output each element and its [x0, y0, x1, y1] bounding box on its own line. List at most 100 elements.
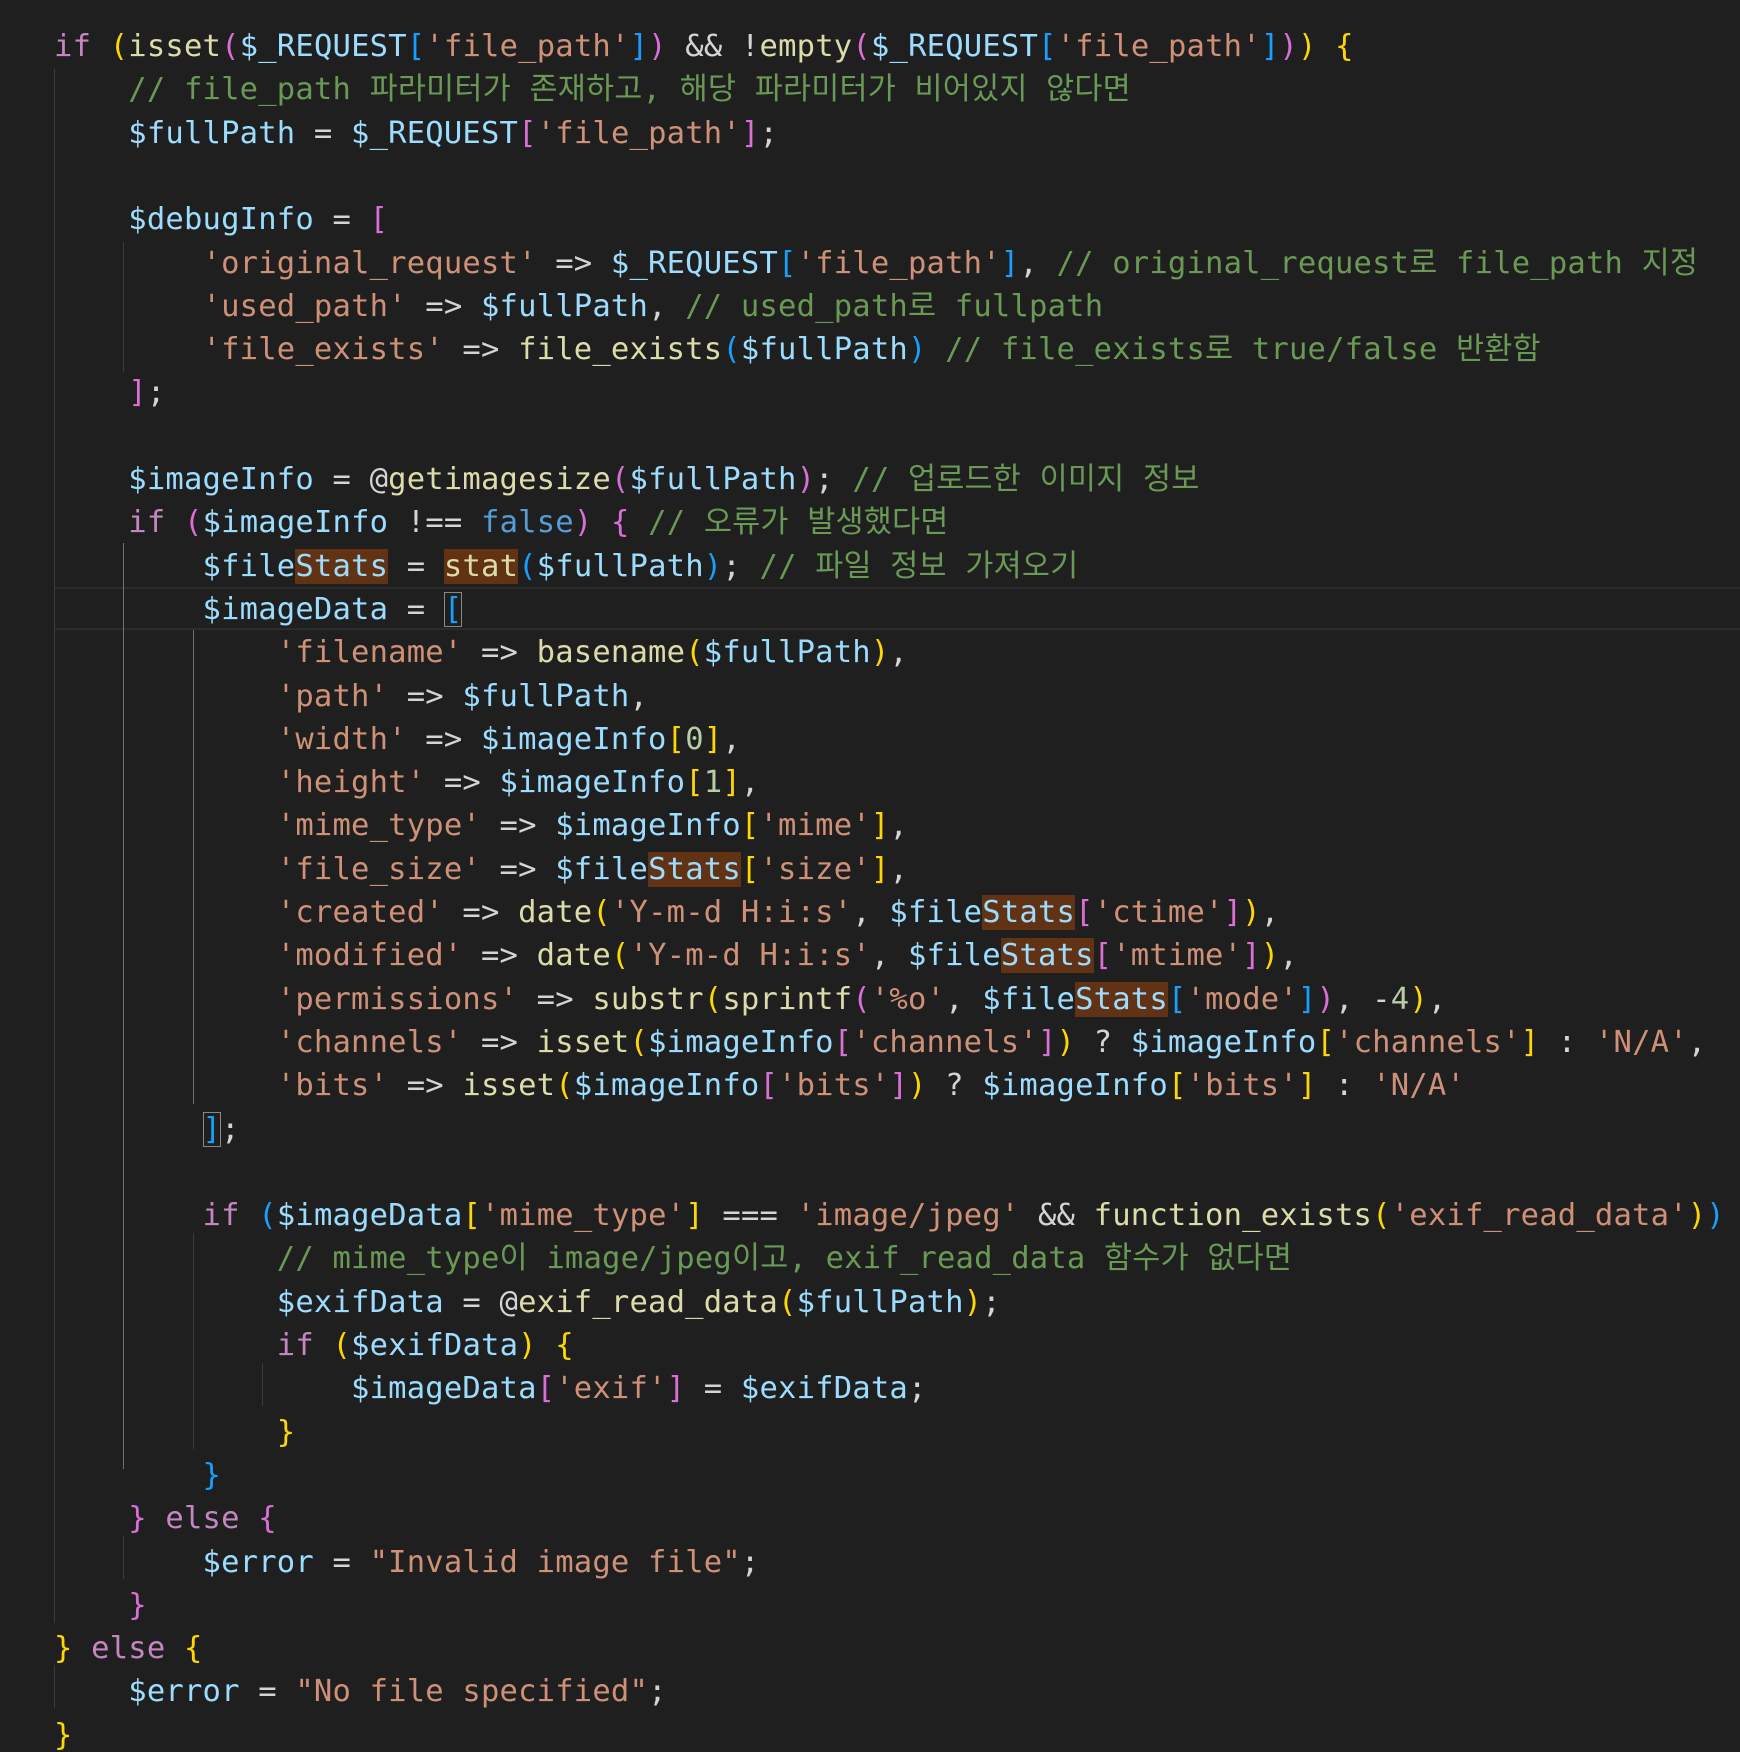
code-line[interactable]: 'original_request' => $_REQUEST['file_pa… — [54, 242, 1698, 285]
code-line[interactable]: $imageData = [ — [54, 588, 463, 631]
code-line[interactable]: ]; — [54, 371, 165, 414]
code-token: ) — [1409, 981, 1428, 1017]
code-line[interactable]: 'created' => date('Y-m-d H:i:s', $fileSt… — [54, 891, 1279, 934]
code-token: $_REQUEST — [239, 29, 407, 64]
code-token: , — [722, 721, 741, 757]
code-line[interactable]: } — [54, 1584, 147, 1627]
code-token: === — [703, 1198, 797, 1234]
code-token: if — [128, 505, 166, 541]
code-token: , — [629, 678, 649, 714]
code-line[interactable]: $fileStats = stat($fullPath); // 파일 정보 가… — [54, 545, 1078, 588]
code-line[interactable]: if ($imageInfo !== false) { // 오류가 발생했다면 — [54, 501, 949, 544]
code-token: exif_read_data — [518, 1284, 778, 1320]
code-line[interactable]: 'file_size' => $fileStats['size'], — [54, 848, 908, 891]
code-line[interactable]: $fullPath = $_REQUEST['file_path']; — [54, 112, 778, 155]
code-token: $file — [907, 938, 1001, 974]
code-token: // mime_type이 image/jpeg이고, exif_read_da… — [276, 1241, 1293, 1277]
code-token: 'exif_read_data' — [1390, 1198, 1688, 1234]
code-token: = @ — [443, 1284, 519, 1320]
code-token: } — [128, 1501, 147, 1537]
code-token: = — [295, 115, 352, 151]
code-token: 'Y-m-d H:i:s' — [610, 895, 853, 930]
code-line[interactable]: 'modified' => date('Y-m-d H:i:s', $fileS… — [54, 934, 1298, 977]
code-token: [ — [1316, 1024, 1336, 1060]
code-token: if — [202, 1198, 240, 1234]
code-token: ] — [1297, 1068, 1317, 1104]
code-line[interactable]: } else { — [54, 1627, 203, 1670]
code-line[interactable]: } — [54, 1454, 221, 1497]
code-token: [ — [740, 808, 760, 844]
code-token: ) — [1687, 1198, 1707, 1234]
code-line[interactable]: if (isset($_REQUEST['file_path']) && !em… — [54, 25, 1354, 68]
code-token: 'mime_type' — [276, 808, 481, 844]
code-line[interactable]: $imageInfo = @getimagesize($fullPath); /… — [54, 458, 1199, 501]
code-token: , — [1019, 245, 1057, 281]
code-line[interactable]: 'channels' => isset($imageInfo['channels… — [54, 1021, 1706, 1064]
code-token: "No file specified" — [295, 1674, 649, 1710]
code-line[interactable]: 'bits' => isset($imageInfo['bits']) ? $i… — [54, 1064, 1465, 1107]
code-token: ] — [870, 808, 890, 844]
code-token: Stats — [1075, 981, 1168, 1017]
code-token: isset — [462, 1068, 556, 1104]
code-line[interactable]: } — [54, 1714, 73, 1752]
code-line[interactable]: 'path' => $fullPath, — [54, 675, 648, 718]
code-line[interactable]: if ($imageData['mime_type'] === 'image/j… — [54, 1194, 1740, 1237]
code-token: ] — [1223, 895, 1243, 930]
code-token: 'file_path' — [796, 245, 1001, 281]
code-token: ( — [852, 981, 871, 1017]
code-token: ; — [759, 115, 779, 151]
code-line[interactable]: 'permissions' => substr(sprintf('%o', $f… — [54, 978, 1446, 1021]
code-line[interactable]: $debugInfo = [ — [54, 198, 388, 241]
code-token: ( — [518, 548, 537, 584]
code-line[interactable]: // mime_type이 image/jpeg이고, exif_read_da… — [54, 1237, 1292, 1280]
code-token: // file_path 파라미터가 존재하고, 해당 파라미터가 비어있지 않… — [128, 72, 1131, 108]
code-line[interactable]: 'height' => $imageInfo[1], — [54, 761, 760, 804]
code-line[interactable]: // file_path 파라미터가 존재하고, 해당 파라미터가 비어있지 않… — [54, 68, 1131, 111]
code-token: 'channels' — [276, 1024, 463, 1060]
code-token: $fullPath — [128, 115, 296, 151]
code-line[interactable]: } — [54, 1411, 295, 1454]
code-line[interactable]: 'width' => $imageInfo[0], — [54, 718, 741, 761]
code-token: 'size' — [759, 851, 871, 887]
code-token: '%o' — [870, 981, 946, 1017]
code-token: 0 — [685, 721, 704, 757]
code-line[interactable]: 'filename' => basename($fullPath), — [54, 631, 908, 674]
code-token: ] — [1297, 981, 1317, 1017]
code-token: ; — [146, 375, 166, 411]
code-editor[interactable]: if (isset($_REQUEST['file_path']) && !em… — [0, 0, 1740, 1752]
code-token: [ — [778, 245, 797, 281]
code-line[interactable]: 'used_path' => $fullPath, // used_path로 … — [54, 285, 1104, 328]
code-line[interactable]: $exifData = @exif_read_data($fullPath); — [54, 1281, 1001, 1324]
code-token: [ — [685, 765, 704, 801]
code-line[interactable]: $imageData['exif'] = $exifData; — [54, 1367, 927, 1410]
code-line[interactable]: if ($exifData) { — [54, 1324, 574, 1367]
code-token: = — [239, 1674, 296, 1710]
code-token: [ — [1075, 895, 1094, 930]
code-token: => — [388, 1068, 463, 1104]
code-line[interactable]: ]; — [54, 1108, 240, 1151]
code-token: ] — [685, 1198, 704, 1234]
code-token: 'channels' — [852, 1024, 1038, 1060]
code-token: => — [480, 808, 556, 844]
code-line[interactable]: 'mime_type' => $imageInfo['mime'], — [54, 804, 908, 847]
code-token: // original_request로 file_path 지정 — [1056, 245, 1699, 281]
code-line[interactable]: $error = "No file specified"; — [54, 1670, 667, 1713]
code-token: $imageInfo — [982, 1068, 1168, 1104]
code-token: ] — [722, 765, 741, 801]
code-line[interactable]: $error = "Invalid image file"; — [54, 1541, 760, 1584]
code-token: $imageInfo — [648, 1024, 834, 1060]
code-line[interactable]: } else { — [54, 1497, 277, 1540]
code-line[interactable]: 'file_exists' => file_exists($fullPath) … — [54, 328, 1541, 371]
code-token: Stats — [648, 851, 741, 887]
